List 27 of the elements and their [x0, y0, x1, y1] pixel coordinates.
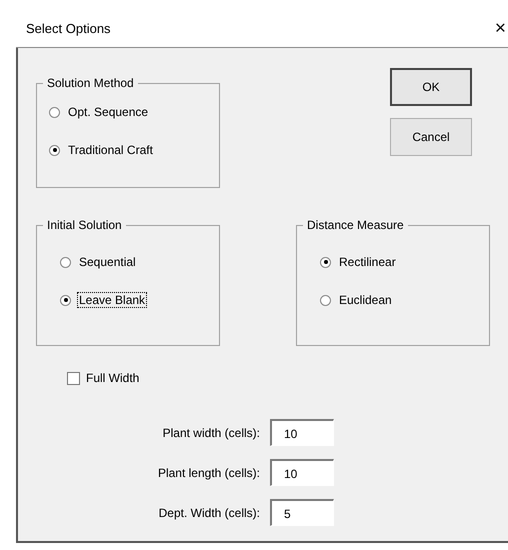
- ok-button[interactable]: OK: [390, 68, 472, 106]
- radio-option[interactable]: Sequential: [60, 254, 219, 270]
- radio-icon[interactable]: [60, 294, 71, 306]
- checkbox[interactable]: [67, 372, 80, 384]
- group-title: Initial Solution: [46, 218, 123, 232]
- checkbox-option[interactable]: Full Width: [67, 371, 508, 385]
- radio-option[interactable]: Leave Blank: [60, 292, 219, 308]
- input-field[interactable]: 10: [270, 419, 334, 446]
- radio-icon[interactable]: [49, 106, 60, 118]
- close-button[interactable]: ×: [490, 17, 508, 40]
- radio-option[interactable]: Rectilinear: [320, 254, 489, 270]
- cancel-button[interactable]: Cancel: [390, 118, 472, 156]
- input-field[interactable]: 5: [270, 499, 334, 526]
- group-title: Distance Measure: [306, 218, 405, 232]
- radio-option[interactable]: Traditional Craft: [49, 142, 219, 158]
- radio-option[interactable]: Opt. Sequence: [49, 104, 219, 120]
- radio-icon[interactable]: [49, 144, 60, 156]
- group-title: Solution Method: [46, 76, 135, 90]
- radio-option[interactable]: Euclidean: [320, 292, 489, 308]
- field-label: Plant width (cells):: [162, 426, 260, 440]
- radio-icon[interactable]: [60, 256, 71, 268]
- radio-icon[interactable]: [320, 294, 331, 306]
- radio-icon[interactable]: [320, 256, 331, 268]
- window-title: Select Options: [26, 21, 111, 36]
- field-label: Plant length (cells):: [156, 466, 260, 480]
- field-label: Dept. Width (cells):: [158, 506, 260, 520]
- input-field[interactable]: 10: [270, 459, 334, 486]
